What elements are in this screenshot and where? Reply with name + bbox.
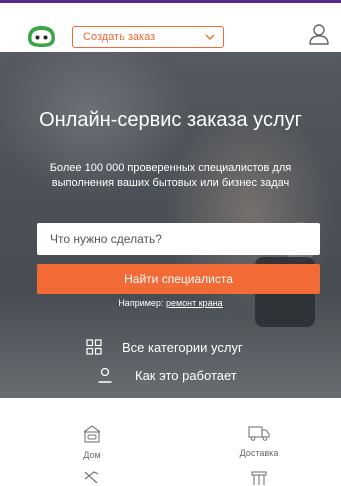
hero-section: Онлайн-сервис заказа услуг Более 100 000… <box>0 52 341 398</box>
tools-icon <box>84 471 99 484</box>
house-icon <box>83 425 101 443</box>
chevron-down-icon <box>205 34 215 40</box>
person-icon <box>98 367 112 383</box>
category-kiosk[interactable] <box>214 469 304 485</box>
hero-subtitle: Более 100 000 проверенных специалистов д… <box>49 162 292 189</box>
how-it-works-label: Как это работает <box>135 367 237 383</box>
all-categories-label: Все категории услуг <box>122 339 243 355</box>
example-prefix: Например: <box>118 298 164 308</box>
create-order-select[interactable]: Создать заказ <box>72 26 224 48</box>
category-home[interactable]: Дом <box>47 424 137 460</box>
how-it-works-link[interactable]: Как это работает <box>97 366 237 384</box>
find-specialist-button[interactable]: Найти специалиста <box>37 264 320 294</box>
all-categories-link[interactable]: Все категории услуг <box>86 338 243 356</box>
smiley-logo-icon[interactable] <box>25 24 58 49</box>
kiosk-icon <box>251 471 267 485</box>
truck-icon <box>248 426 270 441</box>
hero-title: Онлайн-сервис заказа услуг <box>39 109 302 131</box>
create-order-select-value: Создать заказ <box>83 31 156 43</box>
search-input[interactable] <box>37 223 320 255</box>
category-label: Доставка <box>239 448 279 458</box>
grid-icon <box>86 339 102 355</box>
category-delivery[interactable]: Доставка <box>214 424 304 458</box>
search-example: Например: ремонт крана <box>20 298 321 308</box>
category-label: Дом <box>83 450 101 460</box>
example-link[interactable]: ремонт крана <box>166 298 223 308</box>
category-tools[interactable] <box>47 469 137 485</box>
header: Создать заказ <box>0 3 341 52</box>
user-icon[interactable] <box>308 22 330 46</box>
